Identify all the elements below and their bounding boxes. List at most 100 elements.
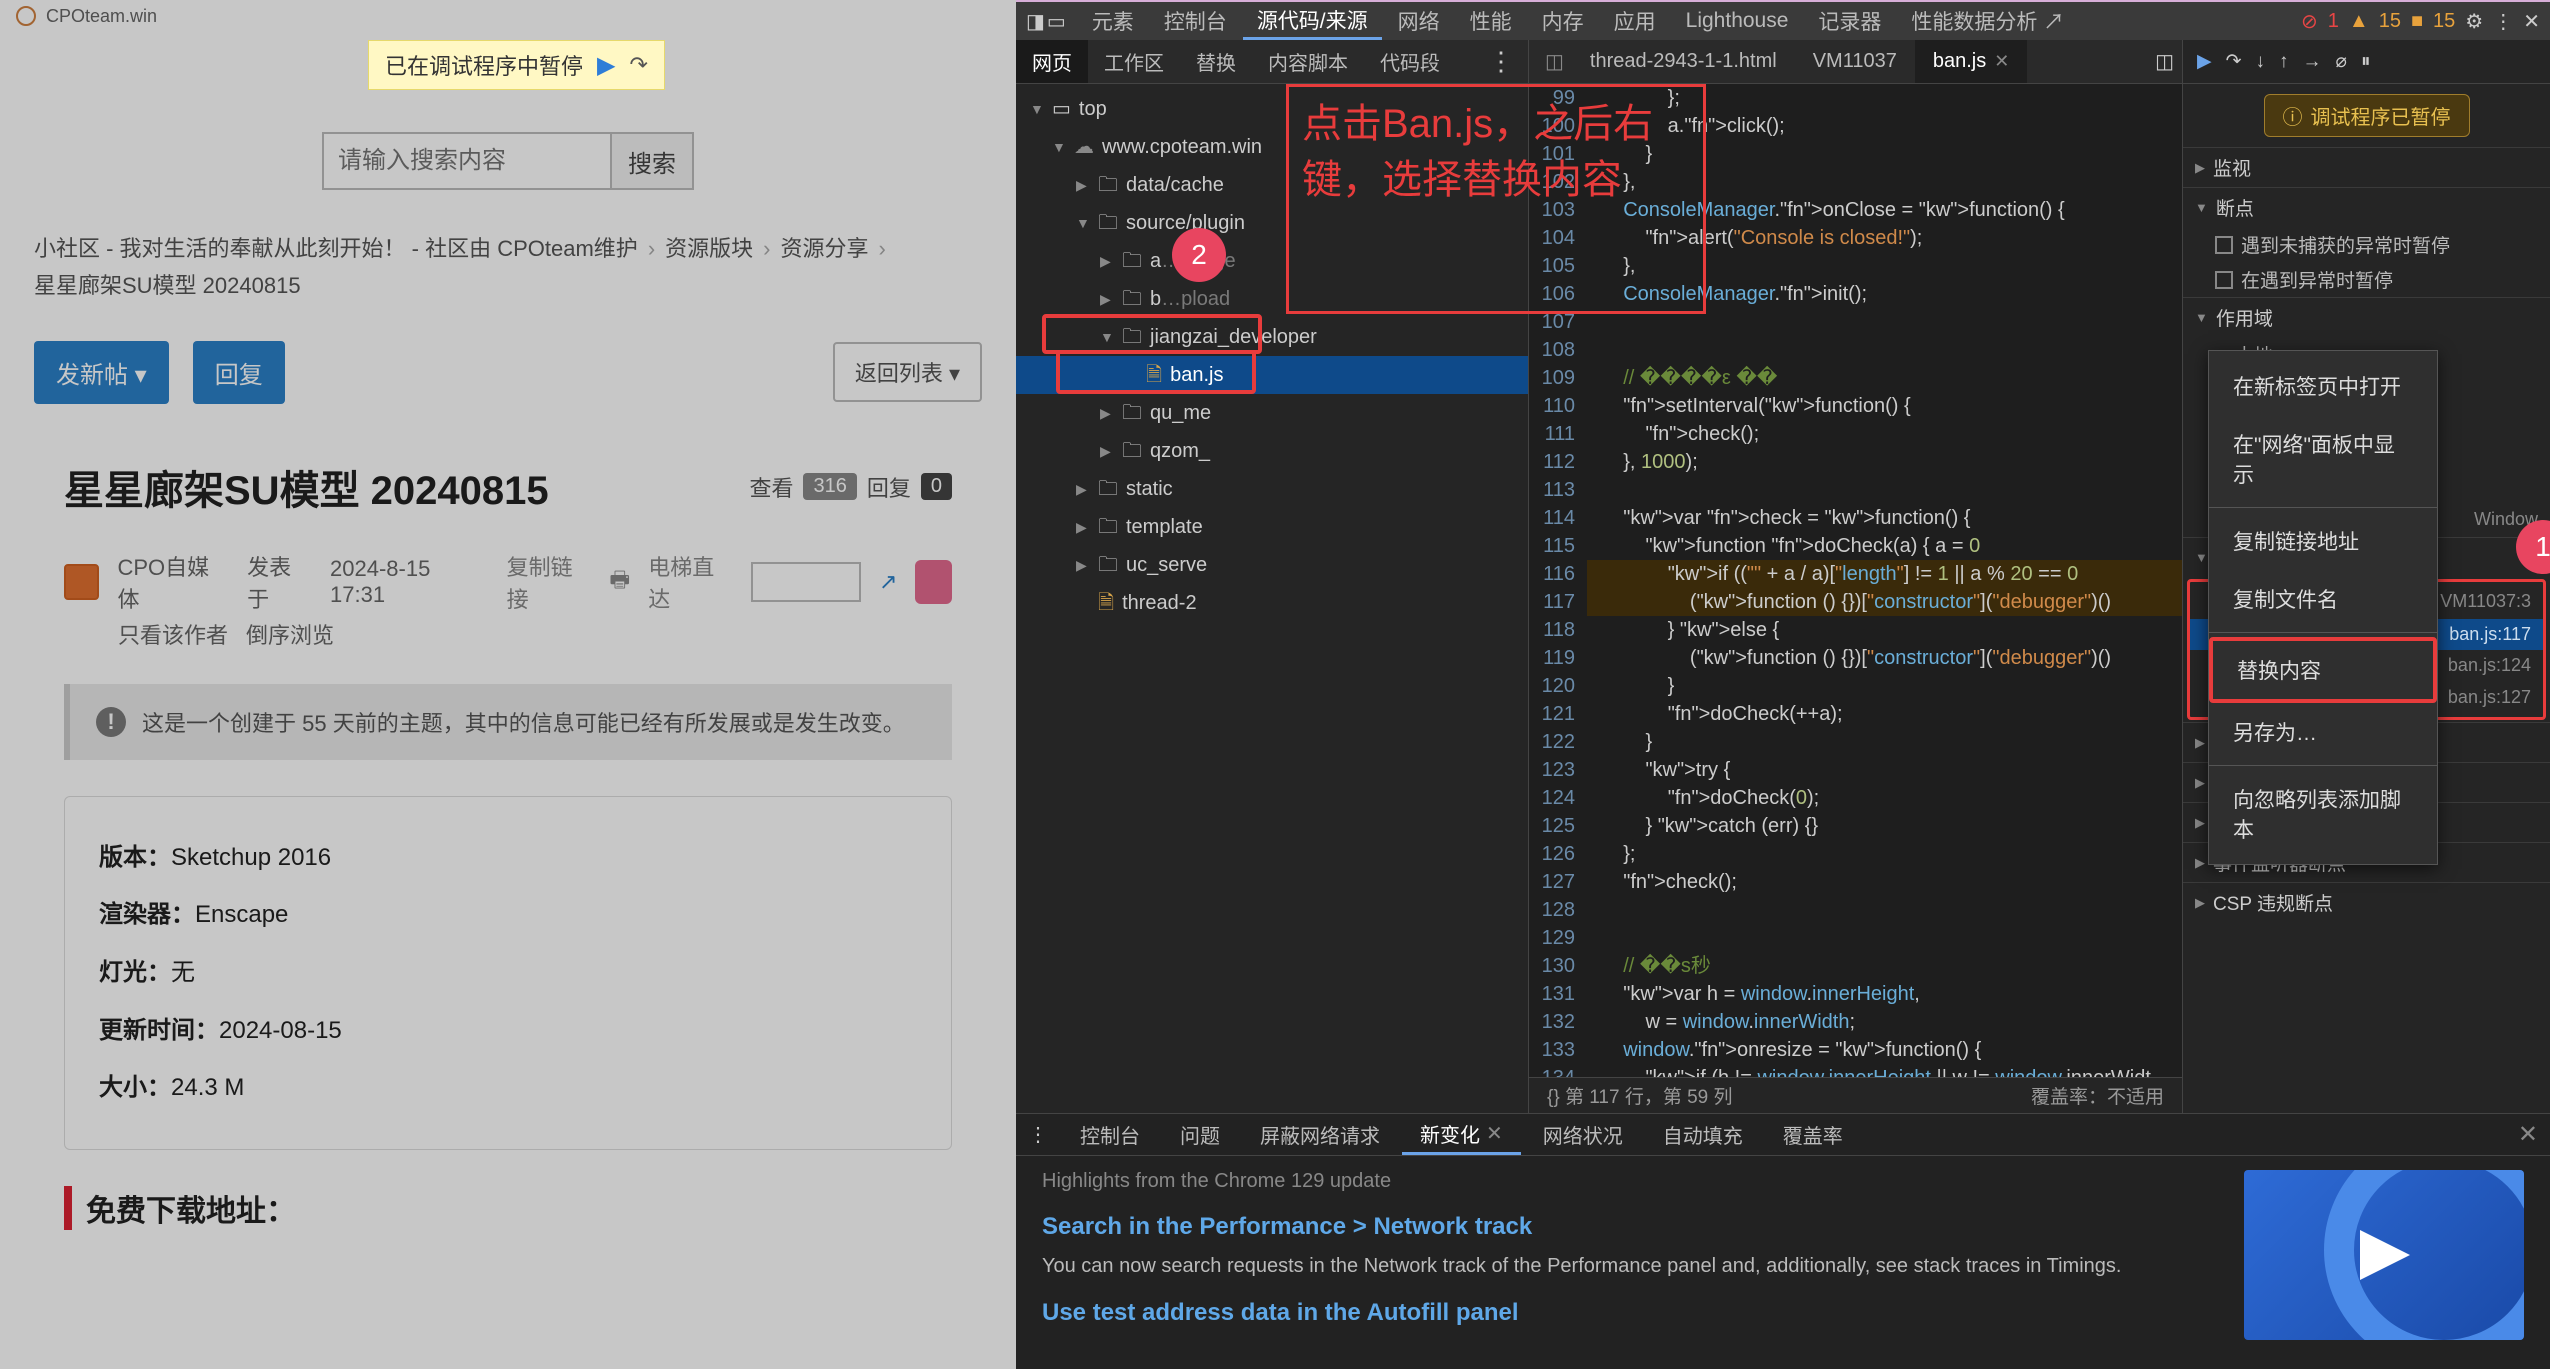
- close-icon[interactable]: ✕: [1486, 1121, 1503, 1146]
- bp-caught[interactable]: 在遇到异常时暂停: [2183, 262, 2550, 297]
- elevator-label: 电梯直达: [648, 550, 733, 614]
- tree-folder[interactable]: ▶🗀static: [1016, 470, 1528, 508]
- breadcrumb-item[interactable]: 星星廊架SU模型 20240815: [34, 267, 301, 304]
- section-csp[interactable]: ▶CSP 违规断点: [2183, 883, 2550, 922]
- inspect-icon[interactable]: ◨: [1026, 9, 1045, 34]
- settings-icon[interactable]: ⚙: [2465, 9, 2483, 34]
- search-input[interactable]: [322, 132, 612, 190]
- close-tab-icon[interactable]: ✕: [1994, 51, 2009, 72]
- debug-pause-banner: 已在调试程序中暂停 ▶ ↷: [368, 40, 665, 90]
- drawer-close-icon[interactable]: ✕: [2518, 1120, 2538, 1149]
- breadcrumb-item[interactable]: 小社区 - 我对生活的奉献从此刻开始！ - 社区由 CPOteam维护: [34, 230, 638, 267]
- drawer-more-icon[interactable]: ⋮: [1028, 1122, 1058, 1147]
- tab-memory[interactable]: 内存: [1528, 2, 1598, 40]
- step-out-icon[interactable]: ↑: [2279, 51, 2289, 73]
- reply-button[interactable]: 回复: [193, 341, 285, 404]
- tree-folder[interactable]: ▶🗀uc_serve: [1016, 546, 1528, 584]
- tree-folder[interactable]: ▶🗀b…pload: [1016, 280, 1528, 318]
- menu-add-ignore[interactable]: 向忽略列表添加脚本: [2209, 770, 2437, 858]
- sidebar-toggle-icon[interactable]: ◫: [1537, 49, 1572, 74]
- issue-count-icon[interactable]: ■: [2411, 10, 2423, 33]
- drawer-heading[interactable]: Use test address data in the Autofill pa…: [1042, 1299, 2214, 1327]
- step-icon[interactable]: →: [2303, 51, 2322, 73]
- go-icon[interactable]: ↗: [879, 569, 897, 595]
- section-watch[interactable]: ▶监视: [2183, 148, 2550, 187]
- only-author[interactable]: 只看该作者: [118, 618, 228, 650]
- tree-file[interactable]: 🗎thread-2: [1016, 584, 1528, 622]
- menu-copy-filename[interactable]: 复制文件名: [2209, 570, 2437, 628]
- editor-tab[interactable]: VM11037: [1795, 40, 1915, 83]
- tree-file[interactable]: 🗎ban.js: [1016, 356, 1528, 394]
- author-name[interactable]: CPO自媒体: [117, 550, 229, 614]
- more-icon[interactable]: ⋮: [2493, 9, 2513, 34]
- new-post-button[interactable]: 发新帖 ▾: [34, 341, 169, 404]
- drawer-tab-network-cond[interactable]: 网络状况: [1525, 1114, 1641, 1155]
- drawer-tab-coverage[interactable]: 覆盖率: [1765, 1114, 1861, 1155]
- close-devtools-icon[interactable]: ✕: [2523, 9, 2540, 34]
- pause-banner-text: 已在调试程序中暂停: [385, 49, 583, 81]
- subtab-workspace[interactable]: 工作区: [1088, 40, 1180, 83]
- warn-count-icon[interactable]: ▲: [2349, 10, 2369, 33]
- debugger-paused-badge: ⓘ调试程序已暂停: [2264, 94, 2470, 137]
- reverse-order[interactable]: 倒序浏览: [246, 618, 334, 650]
- bp-uncaught[interactable]: 遇到未捕获的异常时暂停: [2183, 227, 2550, 262]
- step-over-icon[interactable]: ↷: [629, 52, 647, 78]
- copy-link[interactable]: 复制链接: [507, 550, 592, 614]
- tree-folder[interactable]: ▶🗀template: [1016, 508, 1528, 546]
- subtab-snippets[interactable]: 代码段: [1364, 40, 1456, 83]
- drawer-video-thumb[interactable]: [2244, 1170, 2524, 1340]
- file-context-menu[interactable]: 在新标签页中打开 在"网络"面板中显示 复制链接地址 复制文件名 替换内容 另存…: [2208, 350, 2438, 865]
- tab-sources[interactable]: 源代码/来源: [1243, 2, 1382, 40]
- tree-folder[interactable]: ▶🗀a…image: [1016, 242, 1528, 280]
- subtab-content-scripts[interactable]: 内容脚本: [1252, 40, 1364, 83]
- tab-application[interactable]: 应用: [1600, 2, 1670, 40]
- menu-open-new-tab[interactable]: 在新标签页中打开: [2209, 357, 2437, 415]
- editor-tab[interactable]: ban.js✕: [1915, 40, 2027, 83]
- tab-network[interactable]: 网络: [1384, 2, 1454, 40]
- tab-console[interactable]: 控制台: [1150, 2, 1241, 40]
- tree-folder[interactable]: ▼🗀source/plugin: [1016, 204, 1528, 242]
- file-tree[interactable]: ▼▭top ▼☁www.cpoteam.win ▶🗀data/cache▼🗀so…: [1016, 84, 1528, 1113]
- tab-performance[interactable]: 性能: [1456, 2, 1526, 40]
- subtab-page[interactable]: 网页: [1016, 40, 1088, 83]
- step-into-icon[interactable]: ↓: [2256, 51, 2266, 73]
- tab-lighthouse[interactable]: Lighthouse: [1672, 2, 1803, 40]
- drawer-tab-console[interactable]: 控制台: [1062, 1114, 1158, 1155]
- section-scope[interactable]: ▼作用域: [2183, 298, 2550, 337]
- step-over-icon[interactable]: ↷: [2226, 50, 2242, 73]
- drawer-heading[interactable]: Search in the Performance > Network trac…: [1042, 1213, 2214, 1241]
- resume-icon[interactable]: ▶: [597, 51, 615, 80]
- code-editor[interactable]: 9910010110210310410510610710810911011111…: [1529, 84, 2182, 1077]
- editor-more-icon[interactable]: ◫: [2155, 49, 2174, 74]
- tab-perf-insights[interactable]: 性能数据分析 ↗: [1897, 2, 2078, 40]
- deactivate-bp-icon[interactable]: ⌀: [2336, 50, 2347, 73]
- section-breakpoints[interactable]: ▼断点: [2183, 188, 2550, 227]
- menu-override-content[interactable]: 替换内容: [2209, 637, 2437, 703]
- tree-folder[interactable]: ▼🗀jiangzai_developer: [1016, 318, 1528, 356]
- info-icon: !: [96, 707, 126, 737]
- subtab-overrides[interactable]: 替换: [1180, 40, 1252, 83]
- menu-copy-link[interactable]: 复制链接地址: [2209, 512, 2437, 570]
- back-to-list-button[interactable]: 返回列表 ▾: [833, 342, 982, 402]
- drawer-tab-autofill[interactable]: 自动填充: [1645, 1114, 1761, 1155]
- drawer-tab-block[interactable]: 屏蔽网络请求: [1242, 1114, 1398, 1155]
- resume-icon[interactable]: ▶: [2197, 50, 2212, 73]
- tab-recorder[interactable]: 记录器: [1804, 2, 1895, 40]
- device-toggle-icon[interactable]: ▭: [1047, 9, 1066, 34]
- print-icon[interactable]: 🖶: [609, 563, 630, 601]
- tab-elements[interactable]: 元素: [1078, 2, 1148, 40]
- drawer-tab-issues[interactable]: 问题: [1162, 1114, 1238, 1155]
- subtab-more-icon[interactable]: ⋮: [1474, 46, 1528, 77]
- drawer-tab-whatsnew[interactable]: 新变化✕: [1402, 1114, 1521, 1155]
- breadcrumb-item[interactable]: 资源分享: [780, 230, 868, 267]
- elevator-input[interactable]: [751, 562, 861, 602]
- editor-tab[interactable]: thread-2943-1-1.html: [1572, 40, 1795, 83]
- menu-reveal-network[interactable]: 在"网络"面板中显示: [2209, 415, 2437, 503]
- menu-save-as[interactable]: 另存为…: [2209, 703, 2437, 761]
- pause-exceptions-icon[interactable]: ⏸: [2361, 51, 2371, 73]
- tree-folder[interactable]: ▶🗀qzom_: [1016, 432, 1528, 470]
- error-count-icon[interactable]: ⊘: [2301, 9, 2318, 34]
- tree-folder[interactable]: ▶🗀qu_me: [1016, 394, 1528, 432]
- search-button[interactable]: 搜索: [612, 132, 694, 190]
- breadcrumb-item[interactable]: 资源版块: [665, 230, 753, 267]
